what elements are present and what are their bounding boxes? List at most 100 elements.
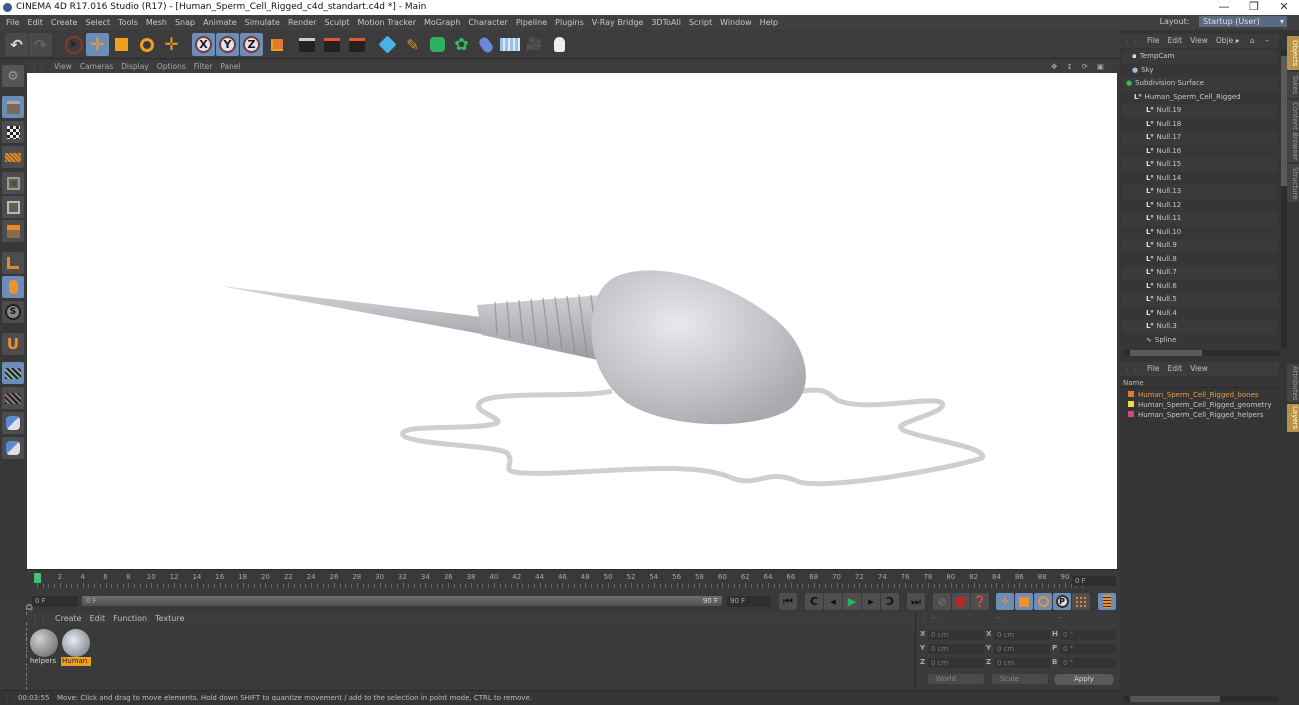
object-menu-file[interactable]: File (1143, 34, 1164, 48)
object-row[interactable]: L⁰ Null.3 (1122, 320, 1277, 334)
key-position-button[interactable]: ✛ (996, 593, 1014, 610)
material-helpers[interactable]: helpers (29, 629, 59, 669)
material-human[interactable]: Human (61, 629, 91, 669)
object-row[interactable]: L⁰ Human_Sperm_Cell_Rigged (1122, 91, 1277, 105)
move-tool-button[interactable]: ✛ (86, 33, 109, 56)
start-frame-field[interactable]: 0 F (32, 596, 78, 607)
menu-create[interactable]: Create (47, 15, 82, 30)
tweak-mode-button[interactable] (2, 276, 24, 298)
object-row[interactable]: ● Sky (1122, 64, 1277, 78)
side-tab-content-browser[interactable]: Content Browser (1287, 100, 1299, 162)
redo-button[interactable]: ↷ (29, 33, 52, 56)
layer-menu-file[interactable]: File (1143, 362, 1164, 376)
hscrollbar-thumb[interactable] (1130, 696, 1220, 702)
rotate-tool-button[interactable] (135, 33, 158, 56)
end-frame-field[interactable]: 90 F (727, 596, 771, 607)
x-axis-button[interactable]: X (192, 33, 215, 56)
layer-menu-view[interactable]: View (1186, 362, 1212, 376)
side-tab-structure[interactable]: Structure (1287, 164, 1299, 202)
menu-file[interactable]: File (2, 15, 23, 30)
make-editable-button[interactable]: ⚙ (2, 65, 24, 87)
render-picture-viewer-button[interactable] (320, 33, 343, 56)
camera-button[interactable]: 🎥 (523, 33, 546, 56)
magnet-button[interactable]: U (2, 333, 24, 355)
menu-script[interactable]: Script (685, 15, 716, 30)
object-row[interactable]: L⁰ Null.18 (1122, 118, 1277, 132)
scale-tool-button[interactable] (110, 33, 133, 56)
play-button[interactable]: ▶ (843, 593, 861, 610)
menu-sculpt[interactable]: Sculpt (320, 15, 353, 30)
edges-mode-button[interactable] (2, 196, 24, 218)
size-field[interactable]: 0 cm (994, 630, 1050, 640)
side-tab-objects[interactable]: Objects (1287, 36, 1299, 70)
object-row[interactable]: L⁰ Null.17 (1122, 131, 1277, 145)
object-row[interactable]: L⁰ Null.11 (1122, 212, 1277, 226)
timeline-ruler[interactable]: 0 2 4 6 8 10 12 14 16 18 20 22 24 26 28 30 32 34 36 38 40 42 4… (27, 569, 1120, 591)
object-row[interactable]: ● Subdivision Surface (1122, 77, 1277, 91)
material-menu-edit[interactable]: Edit (86, 612, 110, 626)
viewport-menu-filter[interactable]: Filter (190, 60, 217, 73)
home-icon[interactable]: ⌂ (1246, 34, 1259, 48)
menu-animate[interactable]: Animate (199, 15, 241, 30)
object-row[interactable]: L⁰ Null.15 (1122, 158, 1277, 172)
menu-plugins[interactable]: Plugins (551, 15, 588, 30)
transform-mode-dropdown[interactable]: Scale (992, 674, 1048, 684)
menu-character[interactable]: Character (464, 15, 512, 30)
menu-edit[interactable]: Edit (23, 15, 47, 30)
z-axis-button[interactable]: Z (240, 33, 263, 56)
record-keyframe-button[interactable]: ⊘ (933, 593, 951, 610)
planar-workplane-button[interactable] (2, 387, 24, 409)
cloner-button[interactable]: ✿ (450, 33, 473, 56)
viewport-menu-options[interactable]: Options (153, 60, 190, 73)
rotation-field[interactable]: 0 ° (1060, 658, 1116, 668)
floor-button[interactable] (498, 33, 521, 56)
menu-tools[interactable]: Tools (114, 15, 142, 30)
deformer-button[interactable] (474, 33, 497, 56)
object-row[interactable]: L⁰ Null.4 (1122, 307, 1277, 321)
layer-color-swatch[interactable] (1128, 411, 1134, 417)
viewport-menu-view[interactable]: View (50, 60, 76, 73)
material-menu-create[interactable]: Create (51, 612, 86, 626)
key-scale-button[interactable] (1015, 593, 1033, 610)
key-parameter-button[interactable]: P (1053, 593, 1071, 610)
object-row[interactable]: L⁰ Null.7 (1122, 266, 1277, 280)
key-pla-button[interactable] (1072, 593, 1090, 610)
3d-viewport[interactable] (27, 73, 1117, 569)
goto-prev-key-button[interactable]: C (805, 593, 823, 610)
cube-button[interactable] (376, 33, 399, 56)
preview-range-slider[interactable]: 0 F 90 F (82, 596, 722, 606)
search-icon[interactable]: ⌕ (1231, 34, 1243, 48)
next-frame-button[interactable]: ▸ (862, 593, 880, 610)
object-row[interactable]: L⁰ Null.8 (1122, 253, 1277, 267)
menu-mesh[interactable]: Mesh (142, 15, 171, 30)
object-list-hscrollbar[interactable] (1124, 350, 1279, 356)
layout-dropdown[interactable]: Startup (User) (1199, 16, 1287, 27)
rotation-field[interactable]: 0 ° (1060, 630, 1116, 640)
menu-select[interactable]: Select (81, 15, 114, 30)
viewport-rotate-icon[interactable]: ⟳ (1078, 60, 1093, 73)
goto-end-button[interactable]: ⏭ (907, 593, 925, 610)
menu-window[interactable]: Window (716, 15, 756, 30)
light-button[interactable] (548, 33, 571, 56)
layer-color-swatch[interactable] (1128, 401, 1134, 407)
object-row[interactable]: L⁰ Null.12 (1122, 199, 1277, 213)
menu-motion-tracker[interactable]: Motion Tracker (353, 15, 420, 30)
menu-mograph[interactable]: MoGraph (420, 15, 464, 30)
prev-frame-button[interactable]: ◂ (824, 593, 842, 610)
side-tab-takes[interactable]: Takes (1287, 72, 1299, 98)
menu-help[interactable]: Help (756, 15, 782, 30)
current-frame-field[interactable]: 0 F (1072, 576, 1116, 586)
render-view-button[interactable] (295, 33, 318, 56)
select-tool-button[interactable]: ➤ (62, 33, 85, 56)
model-mode-button[interactable] (2, 96, 24, 118)
size-field[interactable]: 0 cm (994, 658, 1050, 668)
close-button[interactable]: ✕ (1269, 0, 1299, 15)
object-row[interactable]: L⁰ Null.14 (1122, 172, 1277, 186)
collapse-icon[interactable]: – (1261, 34, 1273, 48)
object-row[interactable]: L⁰ Null.13 (1122, 185, 1277, 199)
pen-spline-button[interactable]: ✎ (401, 33, 424, 56)
layer-menu-edit[interactable]: Edit (1164, 362, 1187, 376)
apply-button[interactable]: Apply (1054, 674, 1114, 685)
polygons-mode-button[interactable] (2, 220, 24, 242)
locked-workplane-button[interactable] (2, 362, 24, 384)
